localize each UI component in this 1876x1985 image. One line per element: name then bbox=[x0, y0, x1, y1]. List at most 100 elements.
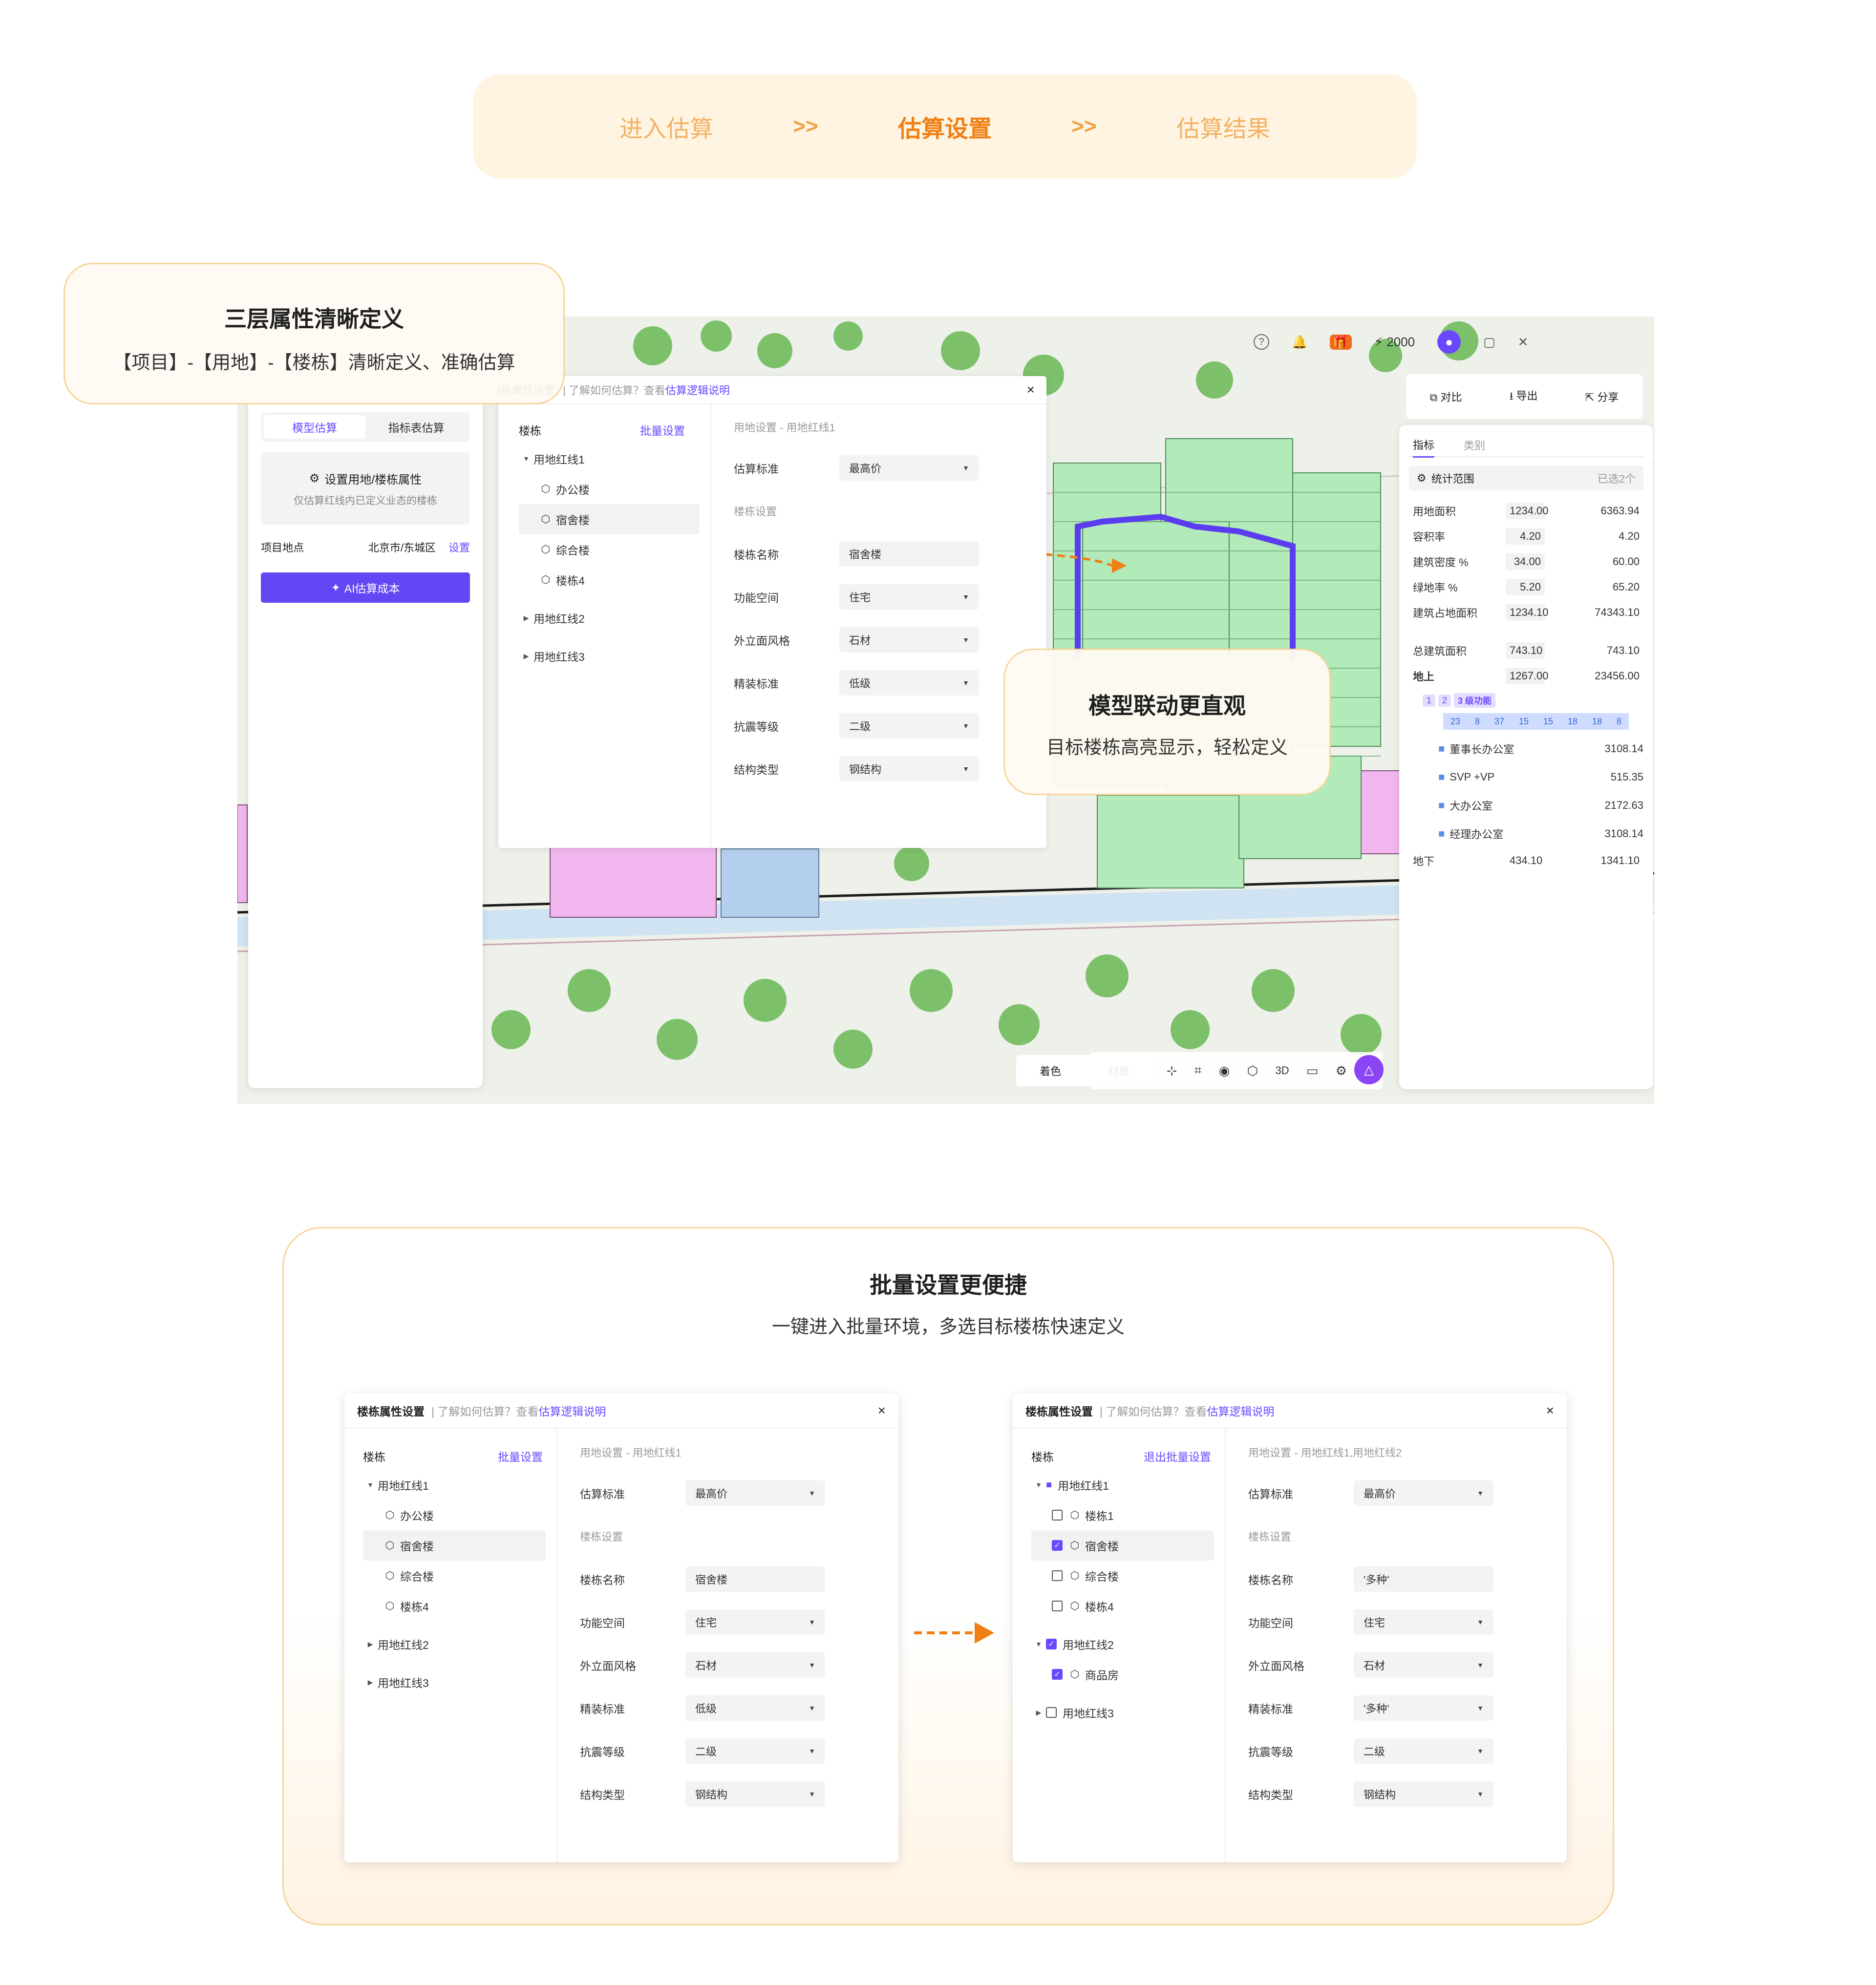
set-property-title: 设置用地/楼栋属性 bbox=[324, 473, 422, 486]
checkbox[interactable] bbox=[1052, 1570, 1063, 1581]
checkbox-checked[interactable]: ✓ bbox=[1046, 1639, 1057, 1649]
ai-estimate-button[interactable]: ✦ AI估算成本 bbox=[261, 572, 470, 603]
fitout-select[interactable]: 低级 ▼ bbox=[839, 670, 979, 696]
help-icon[interactable]: ? bbox=[1254, 334, 1269, 350]
checkbox[interactable] bbox=[1046, 1707, 1057, 1718]
logic-link[interactable]: 估算逻辑说明 bbox=[665, 382, 730, 398]
tree-building-selected[interactable]: ✓ ⬡ 宿舍楼 bbox=[1031, 1530, 1214, 1561]
layer-icon[interactable]: ▭ bbox=[1306, 1063, 1319, 1078]
compare-button[interactable]: ⧉ 对比 bbox=[1430, 389, 1462, 404]
step-enter[interactable]: 进入估算 bbox=[593, 109, 740, 144]
tree-building[interactable]: ✓ ⬡ 商品房 bbox=[1031, 1659, 1214, 1689]
color-button[interactable]: 着色 bbox=[1040, 1063, 1061, 1078]
partial-check-icon[interactable]: ■ bbox=[1046, 1479, 1052, 1491]
minimize-icon[interactable]: ▢ bbox=[1483, 335, 1495, 350]
assistant-icon[interactable]: △ bbox=[1354, 1055, 1384, 1084]
screenshot-icon[interactable]: ⌗ bbox=[1194, 1063, 1202, 1078]
name-input[interactable]: '多种' bbox=[1354, 1566, 1493, 1592]
share-button[interactable]: ⇱ 分享 bbox=[1585, 389, 1619, 404]
facade-select[interactable]: 石材 ▼ bbox=[1354, 1652, 1493, 1678]
3d-scene[interactable]: ? 🔔 🎁 ⚡ 2000 ● ▢ ✕ 模型估算 指标表估算 ⚙ 设置用地/楼栋属性… bbox=[237, 317, 1654, 1104]
standard-select[interactable]: 最高价 ▼ bbox=[1354, 1480, 1493, 1506]
checkbox-checked[interactable]: ✓ bbox=[1052, 1669, 1063, 1680]
close-icon[interactable]: × bbox=[878, 1403, 886, 1418]
fitout-select[interactable]: 低级 ▼ bbox=[685, 1695, 825, 1721]
function-select[interactable]: 住宅 ▼ bbox=[685, 1609, 825, 1635]
3d-button[interactable]: 3D bbox=[1276, 1064, 1289, 1077]
tree-building[interactable]: ⬡ 楼栋4 bbox=[519, 565, 700, 595]
function-select[interactable]: 住宅 ▼ bbox=[1354, 1609, 1493, 1635]
tab-index[interactable]: 指标 bbox=[1413, 437, 1435, 458]
tree-site-1[interactable]: ▼ 用地红线1 bbox=[519, 443, 700, 474]
tree-site-3[interactable]: ▶ 用地红线3 bbox=[519, 641, 700, 671]
checkbox[interactable] bbox=[1052, 1601, 1063, 1611]
export-button[interactable]: ⭳ 导出 bbox=[1510, 387, 1538, 406]
checkbox[interactable] bbox=[1052, 1510, 1063, 1520]
level-badge[interactable]: 1 bbox=[1423, 694, 1436, 707]
focus-icon[interactable]: ⊹ bbox=[1167, 1063, 1177, 1078]
gift-icon[interactable]: 🎁 bbox=[1330, 334, 1352, 350]
tree-building-selected[interactable]: ⬡ 宿舍楼 bbox=[363, 1530, 546, 1561]
structure-select[interactable]: 钢结构 ▼ bbox=[839, 756, 979, 781]
tree-building-selected[interactable]: ⬡ 宿舍楼 bbox=[519, 504, 700, 534]
batch-set-button[interactable]: 批量设置 bbox=[640, 422, 685, 438]
camera-icon[interactable]: ◉ bbox=[1219, 1063, 1230, 1078]
tab-index-estimate[interactable]: 指标表估算 bbox=[365, 415, 467, 439]
logic-link[interactable]: 估算逻辑说明 bbox=[538, 1402, 606, 1419]
tree-building[interactable]: ⬡ 综合楼 bbox=[363, 1561, 546, 1591]
tree-site-2[interactable]: ▶ 用地红线2 bbox=[519, 603, 700, 633]
structure-select[interactable]: 钢结构 ▼ bbox=[685, 1781, 825, 1807]
tree-building[interactable]: ⬡ 综合楼 bbox=[519, 534, 700, 565]
tab-model-estimate[interactable]: 模型估算 bbox=[264, 415, 365, 439]
settings-icon[interactable]: ⚙ bbox=[1336, 1063, 1347, 1078]
credits[interactable]: ⚡ 2000 bbox=[1374, 335, 1415, 350]
tab-category[interactable]: 类别 bbox=[1464, 437, 1485, 457]
underground-row[interactable]: 地下 434.10 1341.10 bbox=[1409, 848, 1643, 873]
exit-batch-button[interactable]: 退出批量设置 bbox=[1144, 1448, 1211, 1464]
checkbox-checked[interactable]: ✓ bbox=[1052, 1540, 1063, 1551]
set-property-card[interactable]: ⚙ 设置用地/楼栋属性 仅估算红线内已定义业态的楼栋 bbox=[261, 452, 470, 525]
tree-building[interactable]: ⬡ 办公楼 bbox=[519, 474, 700, 504]
function-item[interactable]: ■ 经理办公室 3108.14 bbox=[1438, 820, 1643, 848]
tree-site-2[interactable]: ▶ 用地红线2 bbox=[363, 1629, 546, 1659]
seismic-select[interactable]: 二级 ▼ bbox=[1354, 1738, 1493, 1764]
notification-icon[interactable]: 🔔 bbox=[1292, 335, 1307, 350]
tree-building[interactable]: ⬡ 楼栋4 bbox=[363, 1591, 546, 1621]
location-set-link[interactable]: 设置 bbox=[448, 539, 470, 555]
box-icon[interactable]: ⬡ bbox=[1247, 1063, 1258, 1078]
logic-link[interactable]: 估算逻辑说明 bbox=[1207, 1402, 1274, 1419]
facade-select[interactable]: 石材 ▼ bbox=[685, 1652, 825, 1678]
close-icon[interactable]: × bbox=[1027, 382, 1035, 398]
fitout-select[interactable]: '多种' ▼ bbox=[1354, 1695, 1493, 1721]
tree-site-1[interactable]: ▼ 用地红线1 bbox=[363, 1470, 546, 1500]
scope-bar[interactable]: ⚙ 统计范围 已选2个 bbox=[1409, 466, 1643, 490]
name-input[interactable]: 宿舍楼 bbox=[685, 1566, 825, 1592]
close-icon[interactable]: ✕ bbox=[1518, 335, 1529, 350]
tree-site-3[interactable]: ▶ 用地红线3 bbox=[363, 1667, 546, 1697]
tree-building[interactable]: ⬡ 办公楼 bbox=[363, 1500, 546, 1530]
structure-select[interactable]: 钢结构 ▼ bbox=[1354, 1781, 1493, 1807]
avatar[interactable]: ● bbox=[1437, 330, 1461, 354]
function-select[interactable]: 住宅 ▼ bbox=[839, 584, 979, 610]
seismic-select[interactable]: 二级 ▼ bbox=[685, 1738, 825, 1764]
tree-building[interactable]: ⬡ 楼栋4 bbox=[1031, 1591, 1214, 1621]
tree-site-1[interactable]: ▼ ■ 用地红线1 bbox=[1031, 1470, 1214, 1500]
standard-select[interactable]: 最高价 ▼ bbox=[839, 455, 979, 481]
function-item[interactable]: ■ SVP +VP 515.35 bbox=[1438, 763, 1643, 791]
tree-building[interactable]: ⬡ 综合楼 bbox=[1031, 1561, 1214, 1591]
batch-set-button[interactable]: 批量设置 bbox=[498, 1448, 543, 1464]
tree-building[interactable]: ⬡ 楼栋1 bbox=[1031, 1500, 1214, 1530]
level-badge[interactable]: 3 级功能 bbox=[1454, 693, 1496, 708]
function-item[interactable]: ■ 董事长办公室 3108.14 bbox=[1438, 735, 1643, 763]
level-badge[interactable]: 2 bbox=[1438, 694, 1451, 707]
function-item[interactable]: ■ 大办公室 2172.63 bbox=[1438, 791, 1643, 820]
close-icon[interactable]: × bbox=[1546, 1403, 1554, 1418]
step-result[interactable]: 估算结果 bbox=[1150, 109, 1297, 144]
seismic-select[interactable]: 二级 ▼ bbox=[839, 713, 979, 739]
tree-site-3[interactable]: ▶ 用地红线3 bbox=[1031, 1697, 1214, 1728]
facade-select[interactable]: 石材 ▼ bbox=[839, 627, 979, 653]
name-input[interactable]: 宿舍楼 bbox=[839, 541, 979, 567]
tree-site-2[interactable]: ▼ ✓ 用地红线2 bbox=[1031, 1629, 1214, 1659]
step-settings[interactable]: 估算设置 bbox=[872, 109, 1018, 144]
standard-select[interactable]: 最高价 ▼ bbox=[685, 1480, 825, 1506]
